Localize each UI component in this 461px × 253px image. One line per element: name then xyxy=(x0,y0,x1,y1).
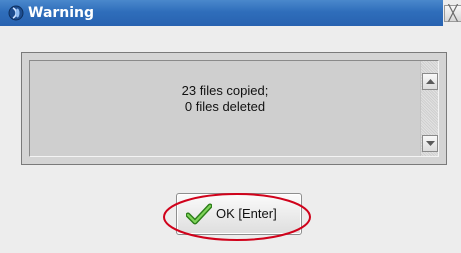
warning-dialog: Warning ╳ 23 files copied; 0 files delet… xyxy=(0,0,461,253)
message-frame: 23 files copied; 0 files deleted xyxy=(21,52,447,165)
title-bar[interactable]: Warning xyxy=(0,0,443,26)
close-button[interactable]: ╳ xyxy=(444,5,461,22)
scroll-down-button[interactable] xyxy=(422,135,438,152)
chevron-down-icon xyxy=(426,141,435,146)
message-line-copied: 23 files copied; xyxy=(181,83,269,98)
highlight-ellipse xyxy=(163,193,311,241)
vertical-scrollbar[interactable] xyxy=(420,61,438,156)
message-line-deleted: 0 files deleted xyxy=(184,99,266,114)
scroll-up-button[interactable] xyxy=(422,73,438,90)
message-area: 23 files copied; 0 files deleted xyxy=(29,60,439,157)
info-globe-icon xyxy=(8,5,24,21)
chevron-up-icon xyxy=(426,79,435,84)
message-text: 23 files copied; 0 files deleted xyxy=(30,83,420,115)
dialog-title: Warning xyxy=(28,5,95,21)
